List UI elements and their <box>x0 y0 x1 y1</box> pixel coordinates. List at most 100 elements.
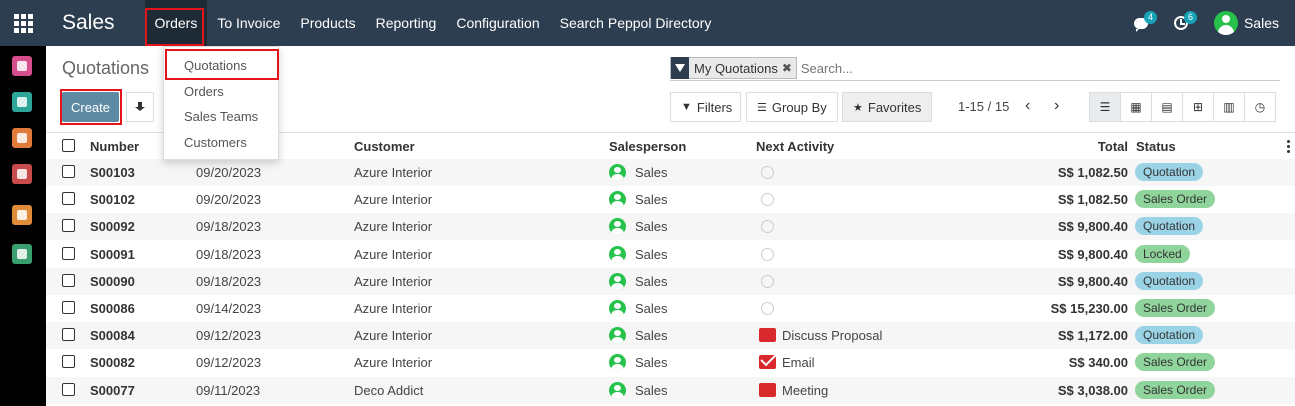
contacts-icon[interactable] <box>12 92 32 112</box>
row-checkbox[interactable] <box>62 273 75 287</box>
column-number[interactable]: Number <box>90 139 139 154</box>
clock-icon[interactable] <box>761 220 774 234</box>
order-total: S$ 1,082.50 <box>1057 165 1128 180</box>
menu-orders[interactable]: Orders <box>144 0 208 46</box>
table-row[interactable]: S00092 09/18/2023 Azure Interior Sales S$ 9,… <box>46 213 1295 241</box>
menu-to-invoice[interactable]: To Invoice <box>207 0 290 46</box>
messaging-button[interactable]: 4 <box>1133 11 1157 32</box>
clock-icon[interactable] <box>761 166 774 179</box>
salesperson-avatar <box>609 381 626 399</box>
graph-view-button[interactable]: ▥ <box>1213 92 1245 122</box>
activity-view-button[interactable]: ◷ <box>1244 92 1276 122</box>
menu-configuration[interactable]: Configuration <box>446 0 549 46</box>
pivot-view-button[interactable]: ⊞ <box>1182 92 1214 122</box>
discuss-icon[interactable] <box>12 56 32 76</box>
activity-label[interactable]: Meeting <box>782 383 828 398</box>
menu-reporting[interactable]: Reporting <box>366 0 447 46</box>
row-checkbox[interactable] <box>62 382 75 396</box>
pager-value[interactable]: 1-15 / 15 <box>958 99 1009 114</box>
row-checkbox[interactable] <box>62 192 75 206</box>
order-total: S$ 9,800.40 <box>1057 219 1128 235</box>
documents-icon[interactable] <box>12 244 32 264</box>
inventory-icon[interactable] <box>12 164 32 184</box>
row-checkbox[interactable] <box>62 246 75 260</box>
table-row[interactable]: S00077 09/11/2023 Deco Addict Sales Meeting S… <box>46 376 1295 404</box>
dropdown-item-sales-teams[interactable]: Sales Teams <box>184 109 258 124</box>
column-next-activity[interactable]: Next Activity <box>756 139 834 154</box>
group-by-label: Group By <box>771 99 827 115</box>
salesperson-avatar <box>609 354 626 372</box>
crm-icon[interactable] <box>12 128 32 148</box>
table-row[interactable]: S00103 09/20/2023 Azure Interior Sales S$ 1,… <box>46 159 1295 186</box>
row-checkbox[interactable] <box>62 301 75 314</box>
status-badge: Quotation <box>1135 326 1204 345</box>
dropdown-item-quotations[interactable]: Quotations <box>184 58 247 73</box>
filters-button[interactable]: ▼ Filters <box>670 92 741 122</box>
invoicing-icon[interactable] <box>12 205 32 225</box>
salesperson-avatar <box>609 245 626 263</box>
user-name: Sales <box>1243 15 1279 31</box>
activity-label[interactable]: Email <box>782 355 815 370</box>
dropdown-item-customers[interactable]: Customers <box>184 135 247 150</box>
status-badge: Quotation <box>1135 163 1204 181</box>
kanban-view-button[interactable]: ▦ <box>1120 92 1152 122</box>
optional-columns-button[interactable] <box>1287 140 1290 153</box>
salesperson-avatar <box>609 191 626 209</box>
clock-icon[interactable] <box>761 193 774 207</box>
user-menu[interactable]: Sales <box>1213 11 1279 35</box>
salesperson-name: Sales <box>635 328 668 344</box>
menu-products[interactable]: Products <box>290 0 365 46</box>
column-salesperson[interactable]: Salesperson <box>609 139 686 154</box>
clock-icon[interactable] <box>761 247 774 261</box>
clock-icon[interactable] <box>761 302 774 315</box>
dropdown-item-orders[interactable]: Orders <box>184 84 224 99</box>
column-customer[interactable]: Customer <box>354 139 415 154</box>
table-row[interactable]: S00082 09/12/2023 Azure Interior Sales Email… <box>46 349 1295 376</box>
list-view-button[interactable]: ☰ <box>1089 92 1121 122</box>
order-number: S00103 <box>90 165 135 180</box>
app-title[interactable]: Sales <box>62 11 115 35</box>
row-checkbox[interactable] <box>62 355 75 369</box>
list-icon: ☰ <box>1099 100 1111 114</box>
group-by-button[interactable]: ☰ Group By <box>746 92 838 122</box>
pager-previous-button[interactable]: ‹ <box>1025 97 1030 115</box>
activity-label[interactable]: Discuss Proposal <box>782 328 882 343</box>
search-facet[interactable]: My Quotations ✖ <box>670 57 797 79</box>
calendar-view-button[interactable]: ▤ <box>1151 92 1183 122</box>
table-row[interactable]: S00086 09/14/2023 Azure Interior Sales S$ 15… <box>46 295 1295 322</box>
table-row[interactable]: S00091 09/18/2023 Azure Interior Sales S$ 9,… <box>46 241 1295 268</box>
favorites-button[interactable]: ★ Favorites <box>842 92 932 122</box>
orders-dropdown: Quotations Orders Sales Teams Customers <box>163 46 279 160</box>
clock-icon[interactable] <box>761 274 774 288</box>
row-checkbox[interactable] <box>62 219 75 233</box>
create-button[interactable]: Create <box>62 92 119 122</box>
row-checkbox[interactable] <box>62 165 75 178</box>
close-icon[interactable]: ✖ <box>782 61 796 75</box>
activity-button[interactable]: 6 <box>1173 11 1197 32</box>
app-switcher-button[interactable] <box>0 0 46 46</box>
envelope-icon[interactable] <box>759 355 776 370</box>
order-date: 09/14/2023 <box>196 301 262 316</box>
column-total[interactable]: Total <box>1098 139 1128 154</box>
users-icon[interactable] <box>759 382 776 397</box>
column-status[interactable]: Status <box>1136 139 1176 154</box>
export-button[interactable] <box>126 92 154 122</box>
order-number: S00092 <box>90 219 135 235</box>
calendar-icon[interactable] <box>759 328 776 343</box>
status-badge: Sales Order <box>1135 190 1216 209</box>
favorites-label: Favorites <box>867 99 922 115</box>
top-navbar: Sales Orders To Invoice Products Reporti… <box>0 0 1295 46</box>
pager-next-button[interactable]: › <box>1054 97 1059 115</box>
table-row[interactable]: S00090 09/18/2023 Azure Interior Sales S$ 9,… <box>46 267 1295 295</box>
salesperson-avatar <box>609 272 626 290</box>
bars-icon: ☰ <box>757 101 767 114</box>
table-row[interactable]: S00102 09/20/2023 Azure Interior Sales S$ 1,… <box>46 186 1295 213</box>
menu-search-peppol[interactable]: Search Peppol Directory <box>550 0 722 46</box>
table-row[interactable]: S00084 09/12/2023 Azure Interior Sales Discu… <box>46 322 1295 350</box>
status-badge: Locked <box>1135 244 1190 263</box>
select-all-checkbox[interactable] <box>62 139 75 152</box>
customer-name: Azure Interior <box>354 246 433 262</box>
row-checkbox[interactable] <box>62 328 75 342</box>
customer-name: Azure Interior <box>354 165 433 180</box>
search-input[interactable] <box>800 60 1101 76</box>
